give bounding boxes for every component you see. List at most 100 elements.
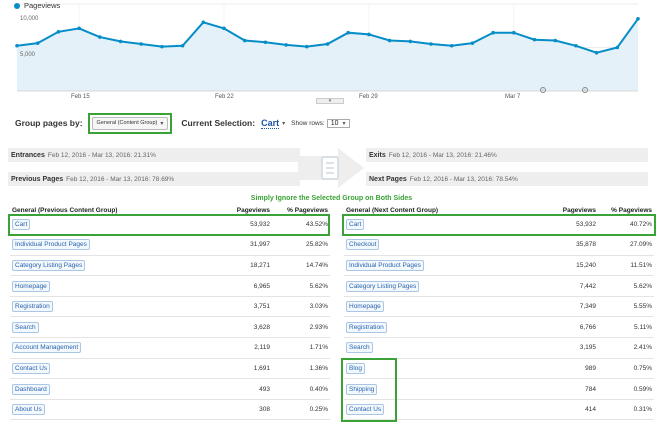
content-group-link[interactable]: Homepage xyxy=(346,301,384,313)
data-point[interactable] xyxy=(449,43,454,48)
content-group-link[interactable]: Individual Product Pages xyxy=(12,239,90,251)
annotation-marker-icon[interactable]: i xyxy=(540,87,546,93)
data-point[interactable] xyxy=(325,42,330,46)
name-cell: Contact Us xyxy=(10,358,210,380)
show-rows-label: Show rows: xyxy=(291,119,325,127)
column-header[interactable]: Pageviews xyxy=(534,204,598,215)
selection-value: Cart xyxy=(261,117,280,129)
pageviews-cell: 35,878 xyxy=(534,234,598,256)
data-point[interactable] xyxy=(15,43,19,48)
data-point[interactable] xyxy=(532,37,537,42)
data-point[interactable] xyxy=(180,43,185,48)
table-row: Checkout 35,878 27.09% xyxy=(344,234,654,256)
content-group-link[interactable]: Search xyxy=(12,321,39,333)
table-row: Blog 989 0.75% xyxy=(344,358,654,380)
data-point[interactable] xyxy=(160,44,164,49)
data-point[interactable] xyxy=(429,42,433,46)
data-point[interactable] xyxy=(615,45,620,50)
content-group-link[interactable]: Cart xyxy=(346,218,365,230)
column-header[interactable]: % Pageviews xyxy=(598,204,654,215)
data-point[interactable] xyxy=(305,44,309,49)
content-group-link[interactable]: Category Listing Pages xyxy=(346,280,420,292)
data-point[interactable] xyxy=(346,30,351,35)
pageviews-cell: 3,628 xyxy=(210,316,272,339)
data-point[interactable] xyxy=(470,41,475,45)
name-cell: Shipping xyxy=(344,378,534,400)
data-point[interactable] xyxy=(118,39,123,44)
rows-select[interactable]: 10 ▾ xyxy=(326,118,350,128)
pageviews-cell: 2,119 xyxy=(210,337,272,359)
content-group-link[interactable]: Blog xyxy=(346,362,366,374)
data-point[interactable] xyxy=(387,38,392,43)
percent-cell: 0.59% xyxy=(598,378,654,400)
data-point[interactable] xyxy=(284,43,288,47)
content-group-link[interactable]: Individual Product Pages xyxy=(346,259,424,271)
content-group-link[interactable]: Checkout xyxy=(346,239,380,251)
data-point[interactable] xyxy=(263,40,268,45)
chart-collapse-handle[interactable]: ▾ xyxy=(316,98,344,104)
content-group-link[interactable]: Search xyxy=(346,342,373,354)
chart-legend[interactable]: Pageviews xyxy=(14,1,60,10)
content-group-link[interactable]: Dashboard xyxy=(12,383,50,395)
group-select[interactable]: General (Content Group) ▾ xyxy=(91,116,169,130)
pageviews-cell: 308 xyxy=(210,399,272,421)
content-group-link[interactable]: Homepage xyxy=(12,280,50,292)
data-point[interactable] xyxy=(553,38,557,43)
x-tick-label: Feb 29 xyxy=(359,94,378,100)
data-point[interactable] xyxy=(56,30,61,34)
x-tick-label: Mar 7 xyxy=(505,94,521,100)
data-point[interactable] xyxy=(222,26,226,31)
column-header[interactable]: % Pageviews xyxy=(272,204,330,215)
name-cell: Checkout xyxy=(344,234,534,256)
content-group-link[interactable]: About Us xyxy=(12,404,45,416)
column-header[interactable]: General (Next Content Group) xyxy=(344,204,534,215)
selection-dropdown[interactable]: Cart ▾ xyxy=(261,118,285,129)
content-group-link[interactable]: Cart xyxy=(12,218,31,230)
current-selection-label: Current Selection: xyxy=(181,118,256,128)
data-point[interactable] xyxy=(491,30,495,35)
table-row: Account Management 2,119 1.71% xyxy=(10,337,330,359)
name-cell: Contact Us xyxy=(344,399,534,421)
data-point[interactable] xyxy=(139,42,143,46)
content-group-link[interactable]: Category Listing Pages xyxy=(12,259,86,271)
data-point[interactable] xyxy=(636,16,640,21)
content-group-link[interactable]: Registration xyxy=(12,301,53,313)
name-cell: About Us xyxy=(10,399,210,421)
content-group-link[interactable]: Contact Us xyxy=(346,404,385,416)
data-point[interactable] xyxy=(242,38,247,43)
column-header[interactable]: Pageviews xyxy=(210,204,272,215)
data-point[interactable] xyxy=(574,43,578,48)
percent-cell: 0.31% xyxy=(598,399,654,421)
column-header[interactable]: General (Previous Content Group) xyxy=(10,204,210,215)
name-cell: Individual Product Pages xyxy=(344,255,534,277)
table-row: Contact Us 414 0.31% xyxy=(344,399,654,421)
data-point[interactable] xyxy=(367,32,371,37)
content-group-link[interactable]: Shipping xyxy=(346,383,378,395)
next-pages-value: 78.54% xyxy=(495,175,518,183)
legend-dot-icon xyxy=(14,2,20,9)
annotation-marker-icon[interactable]: i xyxy=(582,87,588,93)
data-point[interactable] xyxy=(35,41,40,45)
data-point[interactable] xyxy=(98,35,102,39)
data-point[interactable] xyxy=(77,26,81,31)
data-point[interactable] xyxy=(594,50,599,55)
table-header-row: General (Next Content Group) Pageviews %… xyxy=(344,204,654,215)
legend-label: Pageviews xyxy=(24,1,61,10)
previous-pages-label: Previous Pages xyxy=(11,175,64,183)
pageviews-cell: 3,195 xyxy=(534,337,598,359)
content-group-link[interactable]: Registration xyxy=(346,321,387,333)
percent-cell: 5.62% xyxy=(272,275,330,297)
content-group-link[interactable]: Account Management xyxy=(12,342,82,354)
previous-pages-table: General (Previous Content Group) Pagevie… xyxy=(10,204,330,421)
table-row: Dashboard 493 0.40% xyxy=(10,378,330,400)
content-group-link[interactable]: Contact Us xyxy=(12,362,51,374)
next-pages-label: Next Pages xyxy=(369,175,407,183)
exits-label: Exits xyxy=(369,151,386,159)
percent-cell: 1.71% xyxy=(272,337,330,359)
group-select-value: General (Content Group) xyxy=(96,120,158,126)
data-point[interactable] xyxy=(201,20,206,25)
data-point[interactable] xyxy=(512,30,516,35)
percent-cell: 1.36% xyxy=(272,358,330,380)
data-point[interactable] xyxy=(408,39,413,44)
controls-row: Group pages by: General (Content Group) … xyxy=(15,112,350,134)
